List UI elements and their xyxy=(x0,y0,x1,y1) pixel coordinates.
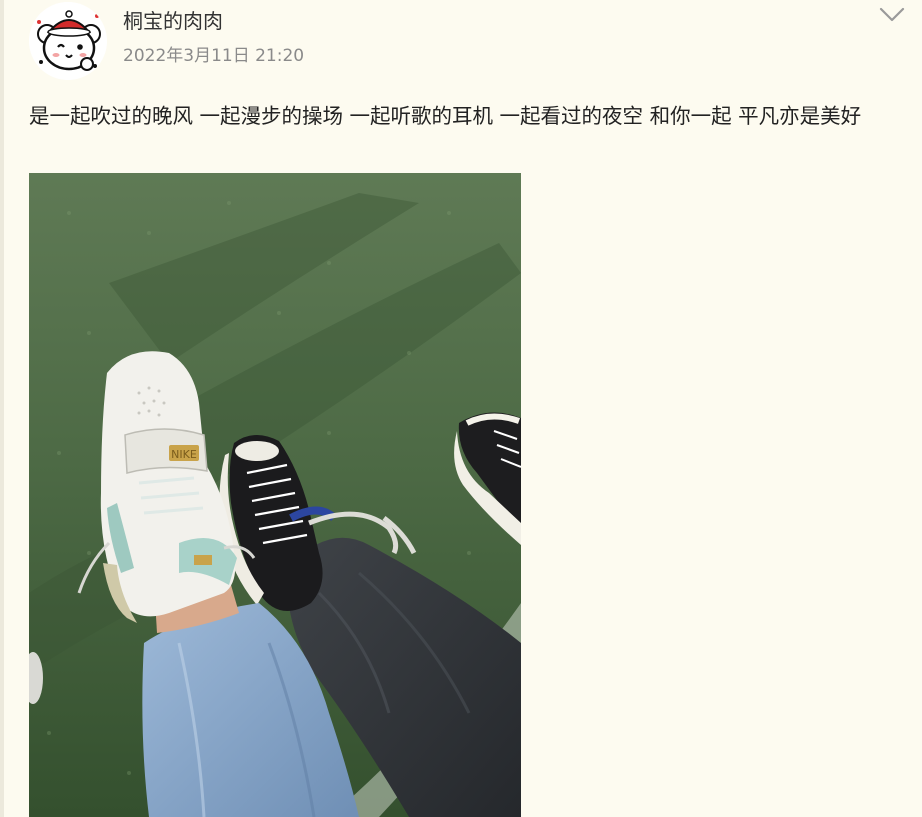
chevron-down-icon xyxy=(879,7,905,22)
author-name[interactable]: 桐宝的肉肉 xyxy=(123,8,223,34)
post-body-text: 是一起吹过的晚风 一起漫步的操场 一起听歌的耳机 一起看过的夜空 和你一起 平凡… xyxy=(29,104,862,128)
sneakers-on-grass-photo: NIKE xyxy=(29,173,521,817)
post-timestamp[interactable]: 2022年3月11日 21:20 xyxy=(123,45,304,67)
post-image[interactable]: NIKE xyxy=(29,173,521,817)
author-avatar[interactable] xyxy=(29,2,107,80)
weibo-post-card: 桐宝的肉肉 2022年3月11日 21:20 是一起吹过的晚风 一起漫步的操场 … xyxy=(0,0,922,817)
shoe-brand-text: NIKE xyxy=(171,448,197,461)
more-options-button[interactable] xyxy=(878,4,906,26)
cartoon-bear-avatar-icon xyxy=(29,2,107,80)
